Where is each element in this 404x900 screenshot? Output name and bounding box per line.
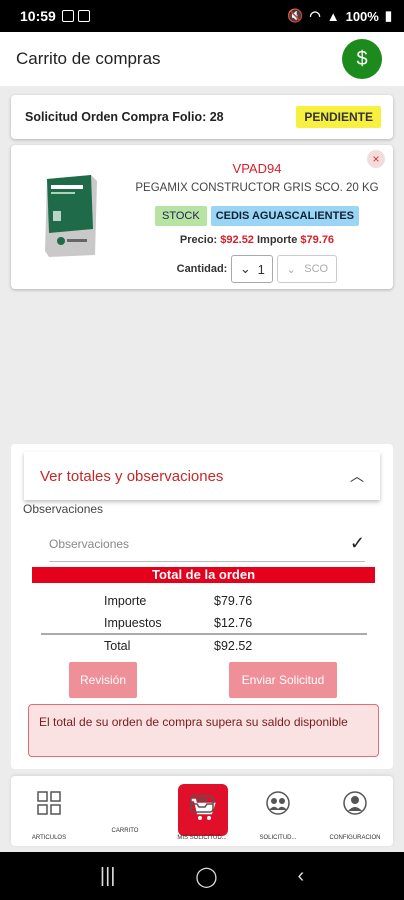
observations-input[interactable]: Observaciones ✓ (49, 526, 365, 562)
chevron-up-icon: ︿ (350, 468, 364, 484)
users-icon (266, 791, 290, 815)
status-right: 🔇 ◠ ▲ 100% ▮ (287, 8, 392, 24)
inbox-icon (190, 795, 214, 813)
status-bar: 10:59 🔇 ◠ ▲ 100% ▮ (0, 0, 404, 32)
row-label: Total (104, 639, 131, 653)
notification-icons (61, 10, 90, 22)
stock-tag: STOCK (154, 206, 207, 226)
nav-label: ARTICULOS (31, 835, 67, 841)
price-label: Precio: (179, 234, 218, 246)
nav-label: MIS SOLICITUD... (177, 835, 227, 841)
back-icon[interactable]: ‹ (297, 865, 304, 888)
product-tags: STOCK CEDIS AGUASCALIENTES (121, 206, 393, 226)
nav-item-mis-solicitudes[interactable]: MIS SOLICITUD... (164, 790, 240, 841)
nav-label: CONFIGURACION (329, 835, 381, 841)
amount-label: Importe (257, 234, 298, 246)
row-label: Importe (104, 594, 147, 608)
nav-label: SOLICITUD... (259, 835, 297, 841)
balance-button[interactable]: $ (342, 39, 382, 79)
user-icon (343, 791, 367, 815)
row-value: $79.76 (214, 594, 253, 608)
order-total-title: Total de la orden (32, 567, 375, 583)
row-label: Impuestos (104, 616, 162, 630)
battery-level: 100% (345, 8, 379, 24)
nav-label: CARRITO (111, 828, 139, 834)
nav-item-carrito[interactable]: CARRITO (87, 784, 228, 836)
cart-item: × VPAD94 PEGAMIX CONSTRUCTOR GRIS SCO. 2… (11, 145, 393, 289)
total-row: Total $92.52 (104, 639, 284, 653)
row-value: $92.52 (214, 639, 253, 653)
product-name: PEGAMIX CONSTRUCTOR GRIS SCO. 20 KG (135, 182, 379, 194)
price-line: Precio: $92.52 Importe $79.76 (121, 234, 393, 246)
dollar-icon: $ (356, 47, 368, 70)
folio-label: Solicitud Orden Compra Folio: 28 (25, 110, 224, 124)
observations-placeholder: Observaciones (49, 536, 130, 551)
accordion-title: Ver totales y observaciones (40, 467, 224, 485)
review-button[interactable]: Revisión (69, 662, 137, 698)
wifi-icon: ◠ (309, 8, 321, 23)
signal-icon: ▲ (326, 8, 340, 24)
bottom-nav: ARTICULOS CARRITO MIS SOLICITUD... SOLIC… (11, 776, 393, 846)
quantity-value: 1 (257, 261, 265, 277)
battery-icon: ▮ (384, 8, 392, 23)
page-title: Carrito de compras (16, 49, 161, 68)
check-icon[interactable]: ✓ (350, 533, 365, 554)
app-header: Carrito de compras $ (0, 32, 404, 86)
quantity-select[interactable]: ⌄ 1 (231, 255, 274, 283)
mute-icon: 🔇 (287, 8, 304, 23)
nav-item-configuracion[interactable]: CONFIGURACION (317, 790, 393, 841)
chevron-down-icon: ⌄ (286, 263, 296, 276)
chevron-down-icon: ⌄ (239, 261, 251, 276)
quantity-row: Cantidad: ⌄ 1 ⌄ SCO (121, 255, 393, 283)
folio-card: Solicitud Orden Compra Folio: 28 PENDIEN… (11, 95, 393, 139)
amount-value: $79.76 (300, 234, 335, 246)
price-value: $92.52 (220, 234, 254, 246)
status-badge: PENDIENTE (296, 106, 381, 128)
observations-label: Observaciones (23, 502, 104, 516)
totals-accordion-header[interactable]: Ver totales y observaciones ︿ (24, 452, 380, 500)
unit-value: SCO (304, 263, 329, 275)
unit-select[interactable]: ⌄ SCO (277, 255, 338, 283)
android-nav-bar: ||| ◯ ‹ (0, 852, 404, 900)
recents-icon[interactable]: ||| (100, 865, 116, 888)
status-time: 10:59 (20, 8, 56, 24)
total-row: Impuestos $12.76 (104, 616, 284, 630)
home-icon[interactable]: ◯ (195, 864, 217, 889)
nav-item-solicitudes[interactable]: SOLICITUD... (240, 790, 316, 841)
product-image (45, 175, 97, 257)
total-row: Importe $79.76 (104, 594, 284, 608)
product-sku: VPAD94 (232, 161, 282, 176)
divider (41, 633, 367, 635)
nav-item-articulos[interactable]: ARTICULOS (11, 790, 87, 841)
quantity-label: Cantidad: (176, 263, 228, 275)
totals-panel: Ver totales y observaciones ︿ Observacio… (11, 444, 393, 769)
row-value: $12.76 (214, 616, 253, 630)
grid-icon (37, 791, 61, 815)
balance-alert: El total de su orden de compra supera su… (28, 704, 379, 757)
warehouse-tag: CEDIS AGUASCALIENTES (210, 206, 360, 226)
send-request-button[interactable]: Enviar Solicitud (229, 662, 337, 698)
